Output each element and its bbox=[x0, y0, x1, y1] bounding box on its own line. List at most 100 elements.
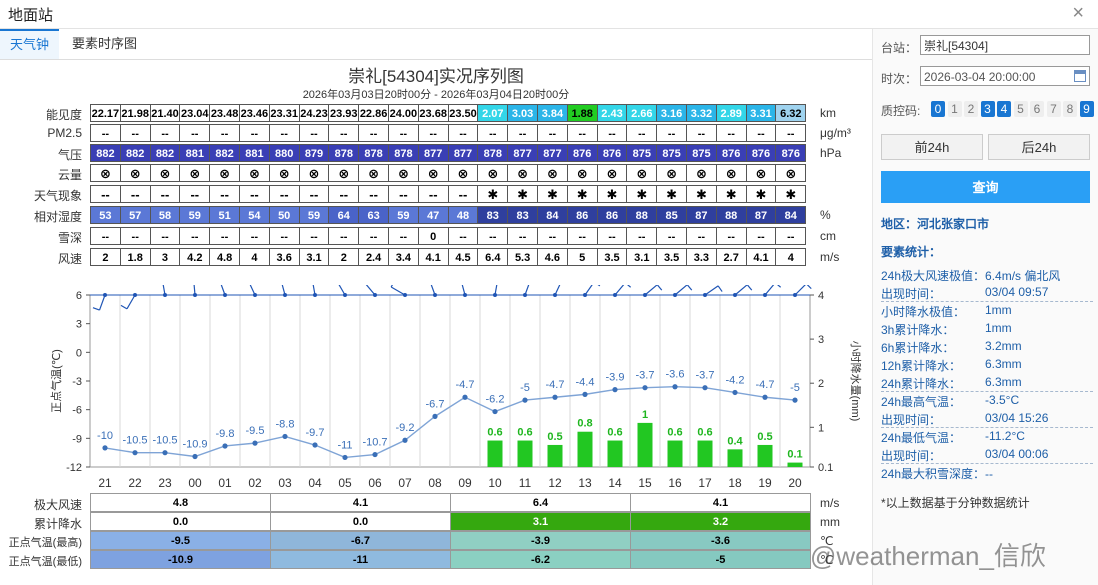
table-cell: 23.31 bbox=[268, 104, 300, 122]
table-cell: 83 bbox=[477, 206, 509, 224]
table-cell: -- bbox=[388, 124, 419, 142]
table-cell: 2.43 bbox=[596, 104, 628, 122]
tab-element-timeseries[interactable]: 要素时序图 bbox=[62, 29, 147, 59]
wind-barb-point bbox=[733, 293, 737, 297]
table-cell: 6.4 bbox=[477, 248, 509, 266]
next-24h-button[interactable]: 后24h bbox=[988, 134, 1090, 160]
wind-barb bbox=[98, 294, 106, 311]
stat-value: -3.5°C bbox=[985, 393, 1020, 407]
temperature-label: -9.5 bbox=[246, 425, 265, 437]
table-cell: ⊗ bbox=[656, 164, 687, 182]
table-cell: 85 bbox=[656, 206, 687, 224]
region-text: 地区：河北张家口市 bbox=[881, 217, 990, 231]
time-input[interactable]: 2026-03-04 20:00:00 bbox=[920, 66, 1090, 86]
table-cell: -- bbox=[239, 185, 270, 203]
table-cell: 4 bbox=[775, 248, 807, 266]
wind-barb bbox=[365, 285, 376, 296]
precip-label: 1 bbox=[642, 409, 648, 421]
table-cell: 3.31 bbox=[745, 104, 777, 122]
table-cell: ⊗ bbox=[239, 164, 270, 182]
table-cell: -- bbox=[358, 124, 389, 142]
temperature-point bbox=[132, 450, 138, 456]
table-cell: -- bbox=[477, 227, 509, 245]
temperature-point bbox=[102, 445, 108, 451]
prev-24h-button[interactable]: 前24h bbox=[881, 134, 983, 160]
table-cell: -- bbox=[656, 227, 687, 245]
table-cell: -- bbox=[477, 124, 509, 142]
qc-code-9[interactable]: 9 bbox=[1079, 101, 1094, 117]
qc-code-1[interactable]: 1 bbox=[947, 101, 962, 117]
tab-bar: 天气钟 要素时序图 bbox=[0, 29, 872, 60]
x-tick-label: 15 bbox=[638, 476, 652, 490]
watermark: @weatherman_信欣 bbox=[810, 541, 1046, 571]
wind-barb-point bbox=[703, 293, 707, 297]
x-tick-label: 00 bbox=[188, 476, 202, 490]
chart-title: 崇礼[54304]实况序列图 bbox=[348, 67, 524, 86]
row-unit: m/s bbox=[820, 250, 840, 264]
table-cell: 2.07 bbox=[477, 104, 509, 122]
table-cell: 86 bbox=[596, 206, 628, 224]
qc-code-6[interactable]: 6 bbox=[1030, 101, 1044, 117]
query-button[interactable]: 查询 bbox=[881, 171, 1090, 203]
precip-bar bbox=[787, 462, 803, 467]
close-icon[interactable]: × bbox=[1072, 3, 1084, 23]
wind-barb-point bbox=[643, 293, 647, 297]
wind-barb bbox=[584, 285, 593, 296]
temperature-point bbox=[282, 433, 288, 440]
temperature-point bbox=[342, 454, 348, 461]
table-cell: 3.03 bbox=[507, 104, 538, 122]
temperature-label: -4.7 bbox=[756, 379, 775, 391]
table-cell: ⊗ bbox=[149, 164, 181, 182]
qc-code-7[interactable]: 7 bbox=[1046, 101, 1061, 117]
row-label: 气压 bbox=[57, 148, 82, 162]
wind-barb bbox=[644, 285, 658, 296]
table-cell: 2.89 bbox=[715, 104, 747, 122]
table-cell: 1.8 bbox=[119, 248, 151, 266]
table-cell: -- bbox=[507, 227, 538, 245]
station-input[interactable]: 崇礼[54304] bbox=[920, 35, 1090, 55]
table-cell: 878 bbox=[388, 144, 419, 162]
precip-label: 0.5 bbox=[757, 431, 772, 443]
table-cell: -- bbox=[149, 185, 181, 203]
table-cell: -- bbox=[566, 124, 598, 142]
qc-code-8[interactable]: 8 bbox=[1063, 101, 1077, 117]
x-tick-label: 01 bbox=[218, 476, 232, 490]
stat-key: 12h累计降水： bbox=[881, 359, 962, 373]
calendar-icon[interactable] bbox=[1074, 70, 1086, 82]
qc-code-2[interactable]: 2 bbox=[964, 101, 978, 117]
summary-cell: 3.1 bbox=[450, 512, 631, 531]
stat-item: 24h极大风速极值：6.4m/s 偏北风 bbox=[881, 267, 1060, 284]
table-cell: 877 bbox=[447, 144, 479, 162]
table-cell: ⊗ bbox=[268, 164, 300, 182]
qc-code-3[interactable]: 3 bbox=[980, 101, 995, 117]
tab-weather-clock[interactable]: 天气钟 bbox=[0, 29, 60, 59]
table-cell: ✱ bbox=[507, 185, 538, 203]
table-cell: 877 bbox=[507, 144, 538, 162]
temperature-label: -10.5 bbox=[152, 435, 177, 447]
row-unit: cm bbox=[820, 229, 836, 243]
qc-code-0[interactable]: 0 bbox=[931, 101, 945, 117]
temperature-label: -4.7 bbox=[546, 379, 565, 391]
y-tick-label: -9 bbox=[72, 433, 82, 445]
y2-axis-label: 小时降水量(mm) bbox=[849, 341, 863, 422]
table-cell: 88 bbox=[626, 206, 658, 224]
chart-subtitle: 2026年03月03日20时00分 - 2026年03月04日20时00分 bbox=[302, 89, 570, 101]
table-cell: -- bbox=[686, 124, 717, 142]
table-cell: ✱ bbox=[745, 185, 777, 203]
summary-cell: -10.9 bbox=[90, 550, 271, 569]
precip-bar bbox=[517, 440, 533, 467]
table-cell: -- bbox=[328, 124, 360, 142]
stat-key: 6h累计降水： bbox=[881, 341, 955, 355]
table-cell: -- bbox=[298, 124, 330, 142]
y2-tick-label: 1 bbox=[818, 422, 824, 434]
precip-label: 0.4 bbox=[727, 435, 743, 447]
table-cell: 22.17 bbox=[90, 104, 121, 122]
wind-barb-point bbox=[493, 293, 497, 297]
table-cell: -- bbox=[596, 124, 628, 142]
table-cell: ⊗ bbox=[715, 164, 747, 182]
qc-code-5[interactable]: 5 bbox=[1013, 101, 1028, 117]
qc-code-4[interactable]: 4 bbox=[997, 101, 1011, 117]
temperature-point bbox=[432, 413, 438, 419]
table-cell: 59 bbox=[388, 206, 419, 224]
temperature-point bbox=[612, 387, 618, 393]
